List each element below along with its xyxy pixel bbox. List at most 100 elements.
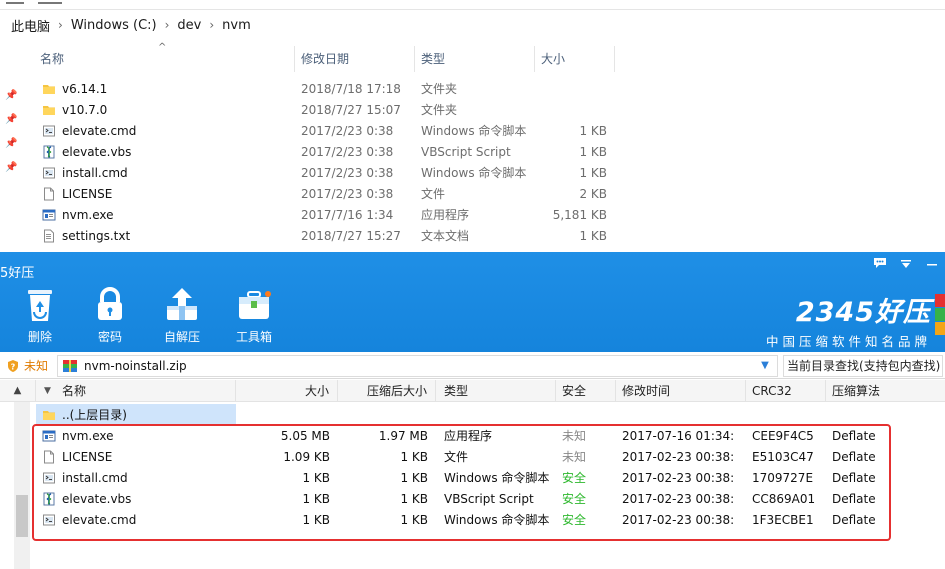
pin-icon[interactable]: 📌 [5, 90, 17, 101]
archive-file-row[interactable]: elevate.cmd 1 KB 1 KB Windows 命令脚本 安全 2017-02… [36, 509, 945, 530]
file-name: elevate.vbs [62, 144, 132, 159]
pin-icon[interactable]: 📌 [5, 162, 17, 173]
file-name: settings.txt [62, 228, 131, 243]
folder-icon [43, 84, 55, 94]
column-header-size[interactable]: 大小 [535, 46, 615, 72]
scroll-up-icon[interactable]: ▲ [0, 380, 36, 402]
column-header-type[interactable]: 类型 [436, 380, 556, 402]
archive-file-name: elevate.vbs [62, 491, 132, 506]
file-row[interactable]: settings.txt 2018/7/27 15:27 文本文档 1 KB [30, 225, 630, 246]
archive-file-name: install.cmd [62, 470, 128, 485]
chevron-down-icon[interactable]: ▼ [753, 360, 777, 371]
window-title: 5好压 [0, 266, 35, 281]
file-size: 1 KB [579, 144, 607, 159]
column-header-compressed-size[interactable]: 压缩后大小 [338, 380, 436, 402]
file-type: 文本文档 [421, 229, 470, 243]
archive-file-compressed-size: 1 KB [400, 449, 428, 464]
file-size: 1 KB [579, 165, 607, 180]
archive-path-text: nvm-noinstall.zip [84, 358, 187, 373]
toolbox-button[interactable]: 工具箱 [226, 286, 282, 345]
delete-button[interactable]: 删除 [12, 286, 68, 345]
column-header-name[interactable]: 名称 [30, 46, 295, 72]
file-modified-date: 2018/7/18 17:18 [301, 81, 401, 96]
archive-file-row[interactable]: install.cmd 1 KB 1 KB Windows 命令脚本 安全 2017-02… [36, 467, 945, 488]
archive-file-compressed-size: 1.97 MB [378, 428, 428, 443]
file-size: 5,181 KB [552, 207, 607, 222]
file-modified-date: 2017/2/23 0:38 [301, 186, 394, 201]
archive-file-method: Deflate [832, 512, 876, 527]
column-header-size[interactable]: 大小 [236, 380, 338, 402]
vbs-file-icon [43, 145, 55, 158]
exe-file-icon [42, 430, 56, 441]
column-header-date[interactable]: 修改日期 [295, 46, 415, 72]
toolbox-label: 工具箱 [235, 330, 272, 344]
archive-path-field[interactable]: nvm-noinstall.zip ▼ [58, 354, 778, 377]
file-row[interactable]: v6.14.1 2018/7/18 17:18 文件夹 [30, 78, 630, 99]
feedback-icon[interactable] [867, 256, 893, 274]
column-header-safety[interactable]: 安全 [556, 380, 616, 402]
file-row[interactable]: elevate.vbs 2017/2/23 0:38 VBScript Script… [30, 141, 630, 162]
books-logo-icon [935, 294, 945, 335]
breadcrumb-this-pc[interactable]: 此电脑 [11, 16, 50, 35]
folder-icon [43, 105, 55, 115]
archive-file-modified: 2017-02-23 00:38: [622, 449, 735, 464]
file-row[interactable]: LICENSE 2017/2/23 0:38 文件 2 KB [30, 183, 630, 204]
menu-dropdown-icon[interactable] [893, 256, 919, 274]
file-type: Windows 命令脚本 [421, 124, 527, 138]
archive-file-compressed-size: 1 KB [400, 491, 428, 506]
archive-list-header: ▲ ▼ 名称 大小 压缩后大小 类型 安全 修改时间 CRC32 压缩算法 [0, 380, 945, 402]
file-modified-date: 2017/2/23 0:38 [301, 165, 394, 180]
archive-file-type: Windows 命令脚本 [444, 513, 550, 527]
parent-directory-label: ..(上层目录) [62, 408, 127, 422]
archive-file-size: 1 KB [302, 491, 330, 506]
file-size: 2 KB [579, 186, 607, 201]
archive-file-modified: 2017-07-16 01:34: [622, 428, 735, 443]
shield-warning-icon: ? [8, 359, 18, 372]
column-header-name-label: 名称 [62, 384, 87, 398]
file-modified-date: 2017/2/23 0:38 [301, 123, 394, 138]
recycle-bin-icon [28, 290, 52, 321]
search-input[interactable]: 当前目录查找(支持包内查找) [783, 354, 943, 377]
archive-file-row[interactable]: nvm.exe 5.05 MB 1.97 MB 应用程序 未知 2017-07-16 01… [36, 425, 945, 446]
file-row[interactable]: v10.7.0 2018/7/27 15:07 文件夹 [30, 99, 630, 120]
parent-directory-row[interactable]: ..(上层目录) [36, 404, 236, 425]
breadcrumb-dev[interactable]: dev [177, 18, 201, 33]
archive-file-safety: 安全 [562, 492, 587, 506]
pin-icon[interactable]: 📌 [5, 114, 17, 125]
file-explorer-window: 此电脑 › Windows (C:) › dev › nvm ^ 📌 📌 📌 📌… [0, 0, 945, 252]
column-header-modified[interactable]: 修改时间 [616, 380, 746, 402]
archive-file-size: 5.05 MB [280, 428, 330, 443]
archive-file-crc32: 1F3ECBE1 [752, 512, 814, 527]
toolbox-icon [239, 291, 271, 319]
txt-file-icon [44, 229, 54, 242]
pin-icon[interactable]: 📌 [5, 138, 17, 149]
archive-file-row[interactable]: elevate.vbs 1 KB 1 KB VBScript Script 安全 2017… [36, 488, 945, 509]
vertical-scrollbar[interactable] [14, 402, 30, 569]
cmd-file-icon [43, 514, 55, 525]
file-list: v6.14.1 2018/7/18 17:18 文件夹 v10.7.0 2018/7/2… [30, 78, 630, 246]
scrollbar-thumb[interactable] [16, 495, 28, 537]
archive-file-safety: 未知 [562, 429, 587, 443]
breadcrumb-drive-c[interactable]: Windows (C:) [71, 18, 157, 33]
breadcrumb-nvm[interactable]: nvm [222, 18, 251, 33]
security-status[interactable]: ? 未知 [0, 354, 58, 377]
column-header-crc32[interactable]: CRC32 [746, 380, 826, 402]
self-extract-icon [167, 288, 197, 320]
archive-file-row[interactable]: LICENSE 1.09 KB 1 KB 文件 未知 2017-02-23 00:38: E… [36, 446, 945, 467]
archive-file-crc32: E5103C47 [752, 449, 814, 464]
file-row[interactable]: elevate.cmd 2017/2/23 0:38 Windows 命令脚本 1 K… [30, 120, 630, 141]
column-header-method[interactable]: 压缩算法 [826, 380, 945, 402]
password-button[interactable]: 密码 [82, 286, 138, 345]
file-name: nvm.exe [62, 207, 114, 222]
self-extract-button[interactable]: 自解压 [154, 286, 210, 345]
archive-file-list: ..(上层目录) nvm.exe 5.05 MB 1.97 MB 应用程序 未知 2017… [36, 404, 945, 530]
archive-file-method: Deflate [832, 491, 876, 506]
self-extract-label: 自解压 [163, 330, 200, 344]
file-row[interactable]: nvm.exe 2017/7/16 1:34 应用程序 5,181 KB [30, 204, 630, 225]
minimize-icon[interactable] [919, 256, 945, 274]
column-header-name[interactable]: ▼ 名称 [36, 380, 236, 402]
archive-file-type: Windows 命令脚本 [444, 471, 550, 485]
breadcrumb[interactable]: 此电脑 › Windows (C:) › dev › nvm [0, 12, 945, 38]
column-header-type[interactable]: 类型 [415, 46, 535, 72]
file-row[interactable]: install.cmd 2017/2/23 0:38 Windows 命令脚本 1 K… [30, 162, 630, 183]
